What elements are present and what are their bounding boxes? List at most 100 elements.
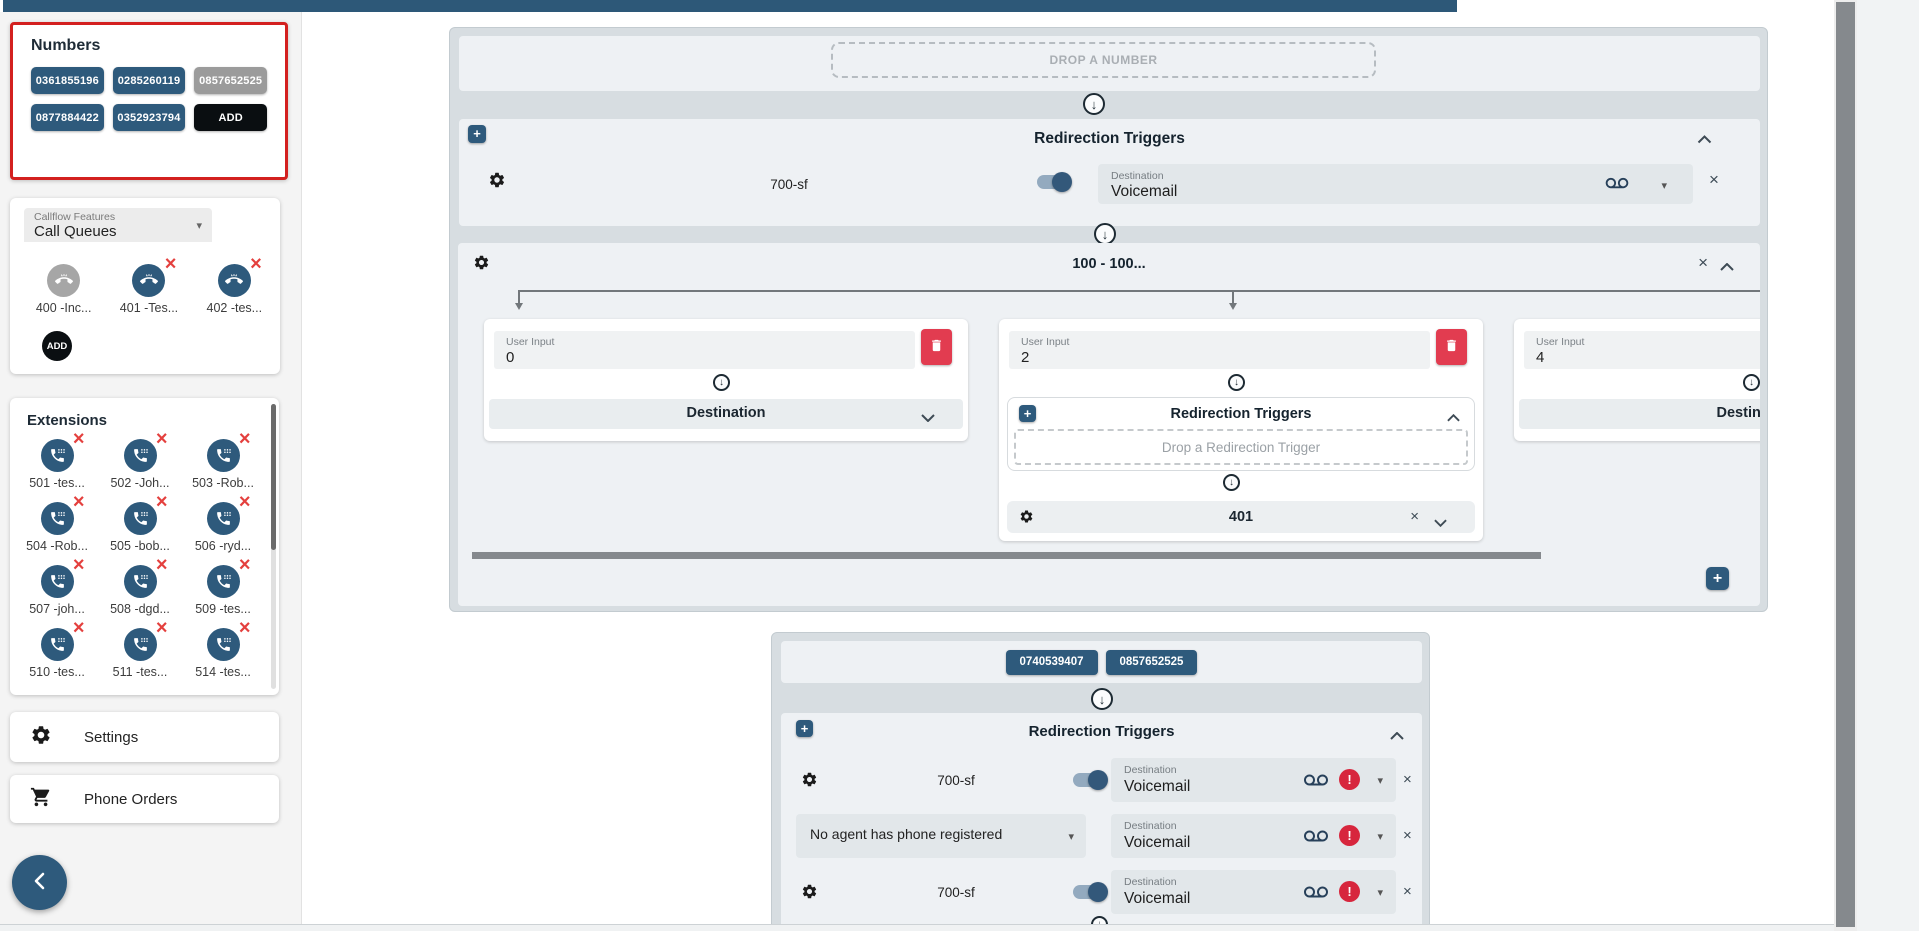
remove-icon[interactable]: ×	[165, 255, 177, 273]
remove-icon[interactable]: ×	[239, 556, 251, 574]
extension-item[interactable]: × 504 -Rob...	[20, 502, 94, 553]
remove-icon[interactable]: ×	[156, 556, 168, 574]
remove-icon[interactable]: ×	[156, 493, 168, 511]
trigger-toggle[interactable]	[1037, 175, 1069, 189]
phone-extension-icon	[207, 565, 240, 598]
remove-trigger-button[interactable]: ×	[1403, 828, 1412, 844]
flow-arrow-icon[interactable]: ↓	[1228, 374, 1245, 391]
flow-arrow-icon[interactable]: ↓	[1094, 223, 1116, 245]
number-chip[interactable]: 0857652525	[194, 67, 267, 94]
extension-item[interactable]: × 505 -bob...	[103, 502, 177, 553]
settings-button[interactable]: Settings	[10, 712, 279, 762]
queue-item[interactable]: 400 -Inc...	[32, 264, 95, 315]
add-queue-button[interactable]: ADD	[42, 331, 72, 361]
destination-select[interactable]: Destination Voicemail ! ▾	[1111, 814, 1396, 858]
flow-arrow-icon[interactable]: ↓	[1743, 374, 1760, 391]
number-chip[interactable]: 0740539407	[1006, 650, 1098, 675]
flow-arrow-icon[interactable]: ↓	[713, 374, 730, 391]
chevron-up-icon[interactable]	[1718, 257, 1736, 276]
extensions-scrollbar[interactable]	[271, 404, 276, 689]
remove-trigger-button[interactable]: ×	[1403, 772, 1412, 788]
chevron-up-icon[interactable]	[1445, 408, 1462, 427]
number-chip[interactable]: 0877884422	[31, 104, 104, 131]
delete-option-button[interactable]	[921, 329, 952, 365]
callflow-features-select[interactable]: Callflow Features Call Queues ▾	[24, 208, 212, 242]
trigger-settings-gear-icon[interactable]	[801, 883, 818, 903]
field-value: 2	[1021, 349, 1029, 366]
destination-dropdown[interactable]: Destination	[1519, 399, 1760, 429]
trigger-settings-gear-icon[interactable]	[801, 771, 818, 791]
extension-item[interactable]: × 507 -joh...	[20, 565, 94, 616]
extension-item[interactable]: × 510 -tes...	[20, 628, 94, 679]
remove-icon[interactable]: ×	[73, 493, 85, 511]
chevron-up-icon[interactable]	[1695, 130, 1714, 149]
collapse-sidebar-button[interactable]	[12, 855, 67, 910]
queue-item[interactable]: × 402 -tes...	[203, 264, 266, 315]
destination-select[interactable]: Destination Voicemail ▾	[1098, 164, 1693, 204]
caret-down-icon[interactable]: ▾	[1377, 774, 1383, 787]
phone-extension-icon	[41, 502, 74, 535]
remove-icon[interactable]: ×	[73, 619, 85, 637]
remove-trigger-button[interactable]: ×	[1709, 172, 1719, 188]
remove-icon[interactable]: ×	[239, 619, 251, 637]
add-option-button[interactable]: +	[1706, 567, 1729, 590]
remove-icon[interactable]: ×	[239, 493, 251, 511]
horizontal-scrollbar[interactable]	[472, 552, 1541, 559]
caret-down-icon[interactable]: ▾	[1377, 830, 1383, 843]
flow-arrow-icon[interactable]: ↓	[1091, 688, 1113, 710]
number-chip[interactable]: 0352923794	[113, 104, 186, 131]
caret-down-icon[interactable]: ▾	[1661, 179, 1667, 192]
phone-orders-button[interactable]: Phone Orders	[10, 775, 279, 823]
chevron-up-icon[interactable]	[1388, 726, 1406, 745]
extension-item[interactable]: × 501 -tes...	[20, 439, 94, 490]
delete-option-button[interactable]	[1436, 329, 1467, 365]
user-input-field[interactable]: User Input 2	[1009, 331, 1430, 369]
drop-trigger-zone[interactable]: Drop a Redirection Trigger	[1014, 429, 1468, 465]
destination-label: Destination	[1124, 876, 1177, 888]
remove-icon[interactable]: ×	[73, 556, 85, 574]
queue-item[interactable]: × 401 -Tes...	[117, 264, 180, 315]
extension-item[interactable]: × 509 -tes...	[186, 565, 260, 616]
destination-select[interactable]: Destination Voicemail ! ▾	[1111, 758, 1396, 802]
extension-item[interactable]: × 514 -tes...	[186, 628, 260, 679]
flow-arrow-icon[interactable]: ↓	[1083, 93, 1105, 115]
page-scrollbar[interactable]	[1834, 0, 1857, 931]
remove-trigger-button[interactable]: ×	[1410, 509, 1419, 525]
user-input-card: User Input 4 ↓ Destination	[1514, 319, 1760, 441]
number-chip[interactable]: 0285260119	[113, 67, 186, 94]
trigger-toggle[interactable]	[1073, 773, 1105, 787]
user-input-field[interactable]: User Input 0	[494, 331, 915, 369]
extension-item[interactable]: × 503 -Rob...	[186, 439, 260, 490]
user-input-field[interactable]: User Input 4	[1524, 331, 1760, 369]
remove-node-button[interactable]: ×	[1698, 255, 1708, 271]
extension-item[interactable]: × 511 -tes...	[103, 628, 177, 679]
extension-item[interactable]: × 506 -ryd...	[186, 502, 260, 553]
remove-trigger-button[interactable]: ×	[1403, 884, 1412, 900]
scrollbar-thumb[interactable]	[1836, 2, 1855, 927]
remove-icon[interactable]: ×	[250, 255, 262, 273]
extension-item[interactable]: × 508 -dgd...	[103, 565, 177, 616]
field-label: User Input	[1536, 336, 1584, 348]
chevron-down-icon[interactable]	[1432, 513, 1449, 532]
remove-icon[interactable]: ×	[239, 430, 251, 448]
drop-number-zone[interactable]: DROP A NUMBER	[831, 42, 1376, 78]
caret-down-icon[interactable]: ▾	[1377, 886, 1383, 899]
top-accent-bar	[3, 0, 1457, 12]
remove-icon[interactable]: ×	[156, 619, 168, 637]
trigger-settings-gear-icon[interactable]	[488, 171, 506, 192]
trigger-name: No agent has phone registered	[810, 826, 1002, 842]
queue-label: 400 -Inc...	[32, 301, 95, 315]
trigger-row: 700-sf Destination Voicemail ! ▾ ×	[781, 758, 1422, 802]
remove-icon[interactable]: ×	[73, 430, 85, 448]
number-chip[interactable]: 0857652525	[1106, 650, 1198, 675]
trigger-toggle[interactable]	[1073, 885, 1105, 899]
add-number-button[interactable]: ADD	[194, 104, 267, 131]
trigger-condition-select[interactable]: No agent has phone registered ▾	[796, 814, 1086, 858]
destination-dropdown[interactable]: Destination	[489, 399, 963, 429]
flow-arrow-icon[interactable]: ↓	[1223, 474, 1240, 491]
remove-icon[interactable]: ×	[156, 430, 168, 448]
scrollbar-thumb[interactable]	[271, 404, 276, 550]
number-chip[interactable]: 0361855196	[31, 67, 104, 94]
destination-select[interactable]: Destination Voicemail ! ▾	[1111, 870, 1396, 914]
extension-item[interactable]: × 502 -Joh...	[103, 439, 177, 490]
